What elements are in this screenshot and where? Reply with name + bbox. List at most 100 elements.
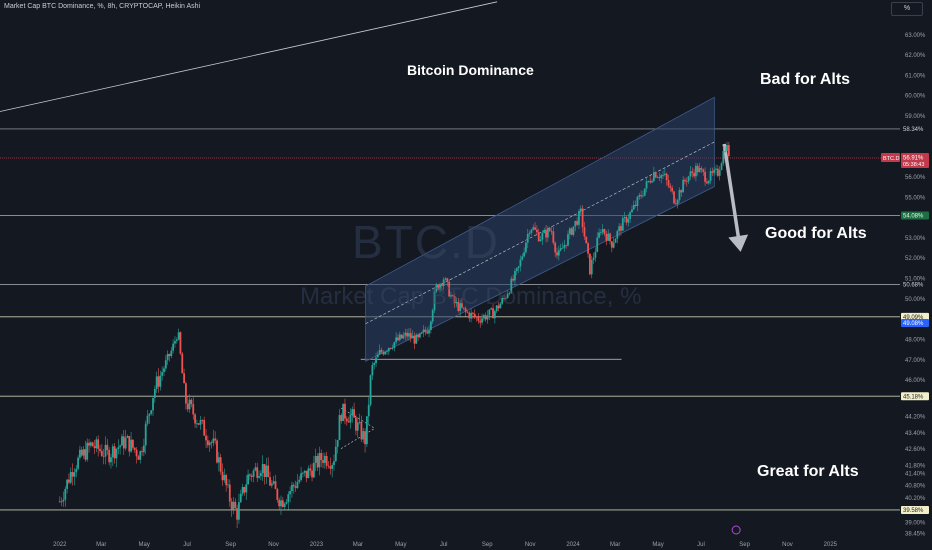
candle-body [117, 447, 120, 449]
candle-body [386, 351, 388, 353]
candle-body [64, 488, 67, 500]
candle-body [599, 232, 602, 234]
candle-body [91, 442, 94, 447]
candle-body [228, 484, 231, 502]
candle-body [88, 442, 90, 446]
candle-body [278, 499, 281, 507]
candle-body [539, 239, 542, 242]
level-price-label: 39.58% [903, 508, 924, 514]
y-tick-label: 47.00% [905, 358, 926, 364]
candle-body [294, 486, 297, 488]
candle-body [649, 180, 652, 183]
candle-body [598, 232, 600, 238]
candle-body [247, 474, 249, 485]
candle-body [484, 315, 487, 320]
x-tick-label: Jul [697, 542, 705, 548]
candle-body [581, 208, 584, 228]
y-tick-label: 41.40% [905, 472, 926, 478]
candle-body [715, 168, 717, 170]
candle-body [420, 332, 423, 334]
candle-body [312, 462, 315, 478]
candle-body [402, 335, 405, 339]
candle-body [618, 226, 621, 232]
y-tick-label: 43.40% [905, 431, 926, 437]
candle-body [347, 421, 350, 423]
candle-body [656, 177, 659, 179]
candle-body [632, 204, 635, 210]
candle-body [329, 466, 332, 469]
candle-body [530, 229, 533, 233]
candle-body [106, 444, 109, 451]
candle-body [243, 487, 246, 493]
watermark-symbol: BTC.D [352, 216, 500, 268]
candle-body [265, 465, 268, 477]
candle-body [82, 449, 85, 456]
percent-scale-toggle[interactable]: % [891, 2, 923, 16]
candle-body [245, 484, 248, 493]
candle-body [722, 151, 725, 164]
candle-body [605, 233, 608, 241]
candle-body [177, 332, 180, 340]
candle-body [693, 172, 696, 177]
candle-body [113, 446, 116, 459]
candle-body [141, 451, 143, 453]
candle-body [475, 316, 478, 318]
candle-body [515, 268, 518, 271]
candle-body [263, 464, 266, 477]
x-tick-label: May [138, 542, 149, 548]
candle-body [68, 479, 70, 483]
candle-body [727, 145, 730, 157]
candle-body [146, 415, 149, 424]
candle-body [58, 501, 61, 503]
y-tick-label: 38.45% [905, 531, 926, 537]
y-tick-label: 56.00% [905, 175, 926, 181]
secondary-price-label: 49.08% [903, 321, 924, 327]
candle-body [563, 244, 566, 248]
candle-body [700, 167, 703, 170]
candle-body [408, 333, 410, 337]
candle-body [188, 399, 191, 410]
chart-header-title: Market Cap BTC Dominance, %, 8h, CRYPTOC… [4, 3, 201, 10]
candle-body [532, 227, 535, 230]
candle-body [610, 241, 613, 248]
candle-body [663, 173, 666, 175]
candle-body [201, 420, 204, 421]
candle-body [289, 491, 292, 495]
candle-body [135, 449, 138, 457]
x-tick-label: Mar [353, 542, 363, 548]
candle-body [387, 348, 390, 352]
candle-body [69, 471, 72, 483]
candle-body [219, 457, 222, 472]
candle-body [546, 228, 549, 238]
candle-body [601, 229, 604, 233]
candle-body [155, 376, 158, 389]
candle-body [62, 499, 65, 502]
x-tick-label: Mar [610, 542, 620, 548]
candle-body [139, 451, 142, 460]
candle-body [128, 436, 131, 452]
candle-body [238, 502, 240, 520]
candle-body [429, 321, 432, 331]
candle-body [393, 342, 396, 348]
candle-body [695, 165, 697, 177]
candle-body [519, 259, 522, 267]
y-tick-label: 42.60% [905, 447, 926, 453]
y-tick-label: 53.00% [905, 236, 926, 242]
candle-body [607, 233, 610, 241]
candle-body [212, 438, 215, 443]
candle-body [473, 313, 476, 317]
candle-body [325, 455, 328, 466]
candle-body [627, 218, 630, 223]
candle-body [620, 226, 622, 231]
candle-body [194, 414, 196, 424]
candle-body [636, 196, 639, 206]
candle-body [230, 501, 233, 510]
candle-body [614, 238, 617, 243]
candle-body [216, 440, 218, 463]
candle-body [594, 251, 597, 258]
candle-body [477, 316, 480, 321]
candle-body [545, 230, 547, 238]
candle-body [534, 227, 536, 230]
x-tick-label: Nov [782, 542, 793, 548]
x-tick-label: 2022 [53, 542, 67, 548]
